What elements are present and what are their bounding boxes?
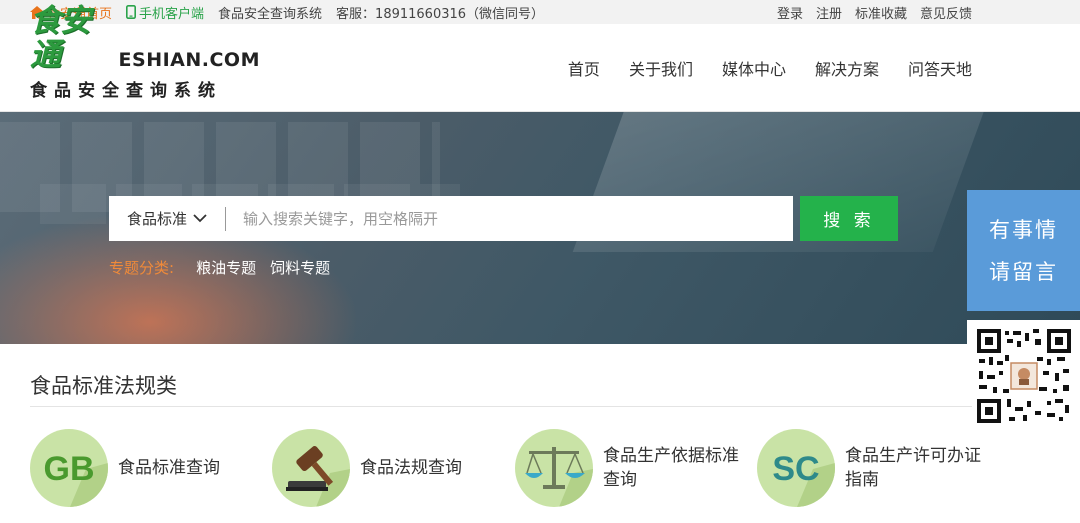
category-production-license-guide[interactable]: SC 食品生产许可办证指南 — [757, 428, 985, 508]
logo-main: 食安通 ESHIAN.COM — [30, 4, 260, 72]
section-title: 食品标准法规类 — [30, 374, 177, 398]
register-link[interactable]: 注册 — [816, 3, 842, 22]
mobile-client-link[interactable]: 手机客户端 — [126, 3, 204, 22]
nav-media[interactable]: 媒体中心 — [722, 56, 786, 80]
search-category-select[interactable]: 食品标准 — [109, 196, 225, 241]
nav-about[interactable]: 关于我们 — [629, 56, 693, 80]
section-divider — [30, 406, 972, 407]
feedback-link[interactable]: 意见反馈 — [920, 3, 972, 22]
site-logo[interactable]: 食安通 ESHIAN.COM 食品安全查询系统 — [30, 4, 260, 101]
sc-icon: SC — [757, 429, 835, 507]
topic-feed[interactable]: 饲料专题 — [270, 257, 330, 278]
qr-code — [967, 320, 1080, 432]
search-box: 食品标准 — [109, 196, 793, 241]
qr-code-icon — [974, 327, 1073, 425]
gavel-icon — [272, 429, 350, 507]
search-input[interactable] — [227, 196, 787, 241]
logo-subtitle: 食品安全查询系统 — [30, 81, 222, 101]
category-label: 食品法规查询 — [360, 458, 462, 478]
search-category-value: 食品标准 — [126, 210, 187, 228]
svg-text:GB: GB — [44, 450, 95, 488]
topic-categories: 专题分类: 粮油专题 饲料专题 — [109, 256, 344, 278]
login-link[interactable]: 登录 — [777, 3, 803, 22]
logo-cn: 食安通 — [30, 3, 91, 73]
favorites-link[interactable]: 标准收藏 — [855, 3, 907, 22]
mobile-client-label: 手机客户端 — [139, 6, 205, 22]
search-banner: 食品标准 搜 索 专题分类: 粮油专题 饲料专题 — [0, 112, 1080, 344]
search-button[interactable]: 搜 索 — [800, 196, 898, 241]
mobile-phone-icon — [126, 5, 137, 19]
category-food-regulation-query[interactable]: 食品法规查询 — [272, 428, 500, 508]
leave-message-line1: 有事情 — [989, 217, 1058, 242]
topic-grain-oil[interactable]: 粮油专题 — [196, 257, 256, 278]
gb-icon: GB — [30, 429, 108, 507]
search-divider — [225, 207, 226, 231]
category-label: 食品生产依据标准查询 — [603, 446, 739, 490]
main-nav: 首页 关于我们 媒体中心 解决方案 问答天地 — [568, 24, 972, 112]
system-name: 食品安全查询系统 — [218, 6, 323, 22]
site-header: 食安通 ESHIAN.COM 食品安全查询系统 首页 关于我们 媒体中心 解决方… — [0, 4, 1080, 112]
scales-icon — [515, 429, 593, 507]
top-bar: 食安通首页 手机客户端 食品安全查询系统 客服：18911660316（微信同号… — [0, 0, 1080, 24]
topic-categories-label: 专题分类: — [109, 258, 175, 277]
svg-text:SC: SC — [772, 450, 819, 488]
category-label: 食品生产许可办证指南 — [845, 446, 981, 490]
top-bar-right: 登录 注册 标准收藏 意见反馈 — [777, 0, 972, 24]
leave-message-line2: 请留言 — [989, 259, 1058, 284]
leave-message-button[interactable]: 有事情 请留言 — [967, 190, 1080, 311]
category-production-standard-query[interactable]: 食品生产依据标准查询 — [515, 428, 743, 508]
customer-service: 客服：18911660316（微信同号） — [336, 6, 545, 22]
nav-home[interactable]: 首页 — [568, 56, 600, 80]
logo-en: ESHIAN.COM — [118, 49, 260, 71]
chevron-down-icon — [193, 214, 207, 223]
category-label: 食品标准查询 — [118, 458, 220, 478]
category-food-standard-query[interactable]: GB 食品标准查询 — [30, 428, 258, 508]
nav-qa[interactable]: 问答天地 — [908, 56, 972, 80]
nav-solutions[interactable]: 解决方案 — [815, 56, 879, 80]
